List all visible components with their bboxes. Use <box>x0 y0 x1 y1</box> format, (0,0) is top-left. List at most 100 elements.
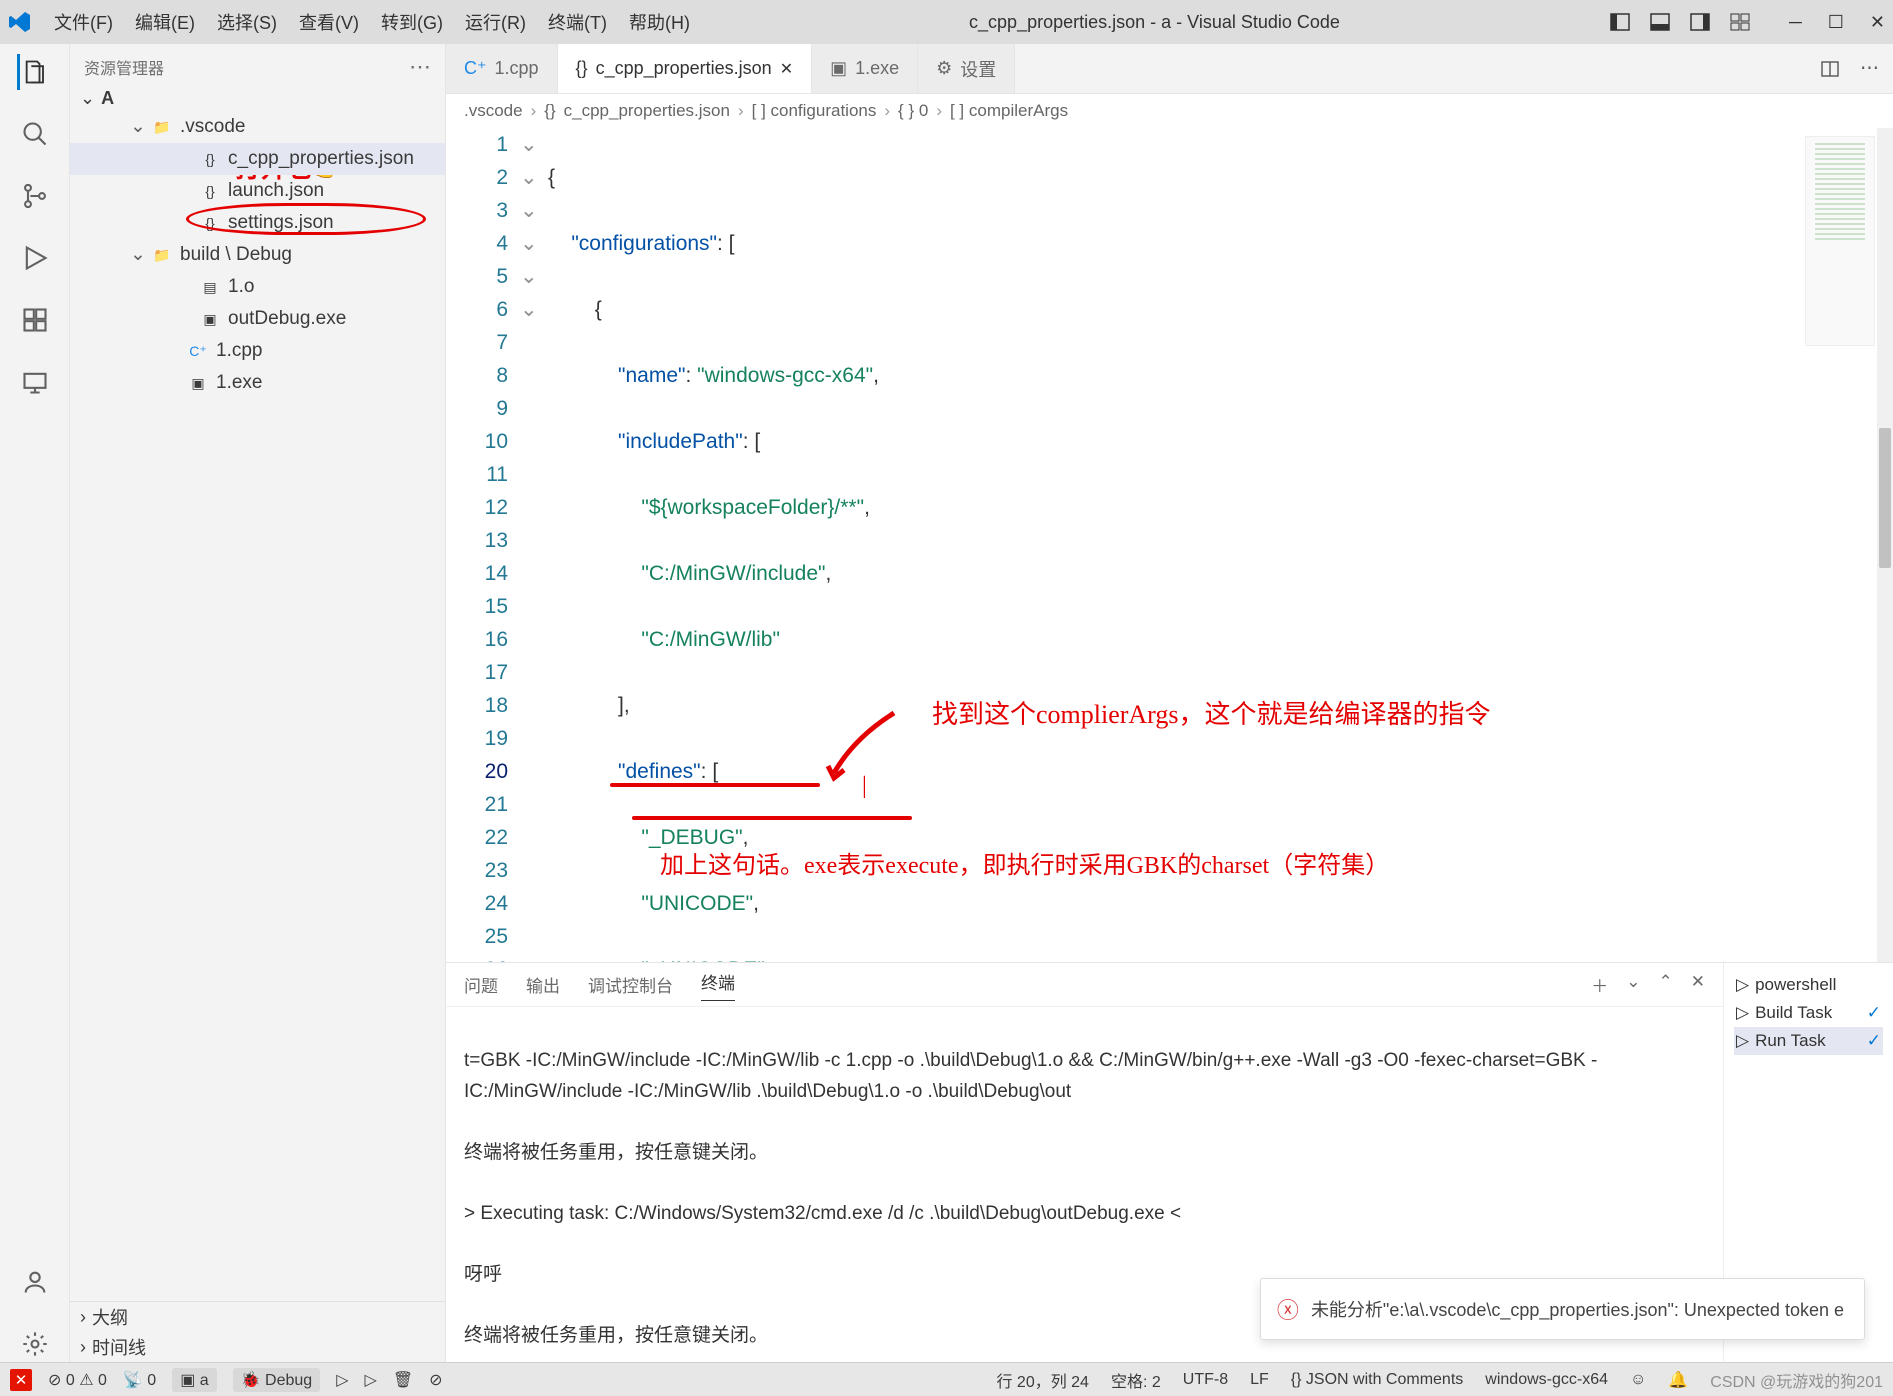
terminal-item-run[interactable]: ▷Run Task✓ <box>1734 1027 1883 1055</box>
encoding-status[interactable]: UTF-8 <box>1183 1371 1228 1389</box>
status-trash-icon[interactable]: 🗑 <box>393 1370 413 1390</box>
code-editor[interactable]: 1234567891011121314151617181920212223242… <box>446 128 1893 962</box>
layout-right-icon[interactable] <box>1689 11 1711 33</box>
crumb[interactable]: [ ] compilerArgs <box>950 101 1068 121</box>
bell-icon[interactable]: 🔔 <box>1668 1370 1688 1390</box>
maximize-panel-icon[interactable]: ⌃ <box>1659 972 1673 997</box>
close-panel-icon[interactable]: ✕ <box>1691 972 1705 997</box>
breadcrumbs[interactable]: .vscode› {}c_cpp_properties.json› [ ] co… <box>446 94 1893 128</box>
tab-cprops[interactable]: {}c_cpp_properties.json✕ <box>558 44 813 93</box>
outline-section[interactable]: › 大纲 <box>70 1302 445 1332</box>
split-editor-icon[interactable] <box>1820 59 1840 79</box>
layout-left-icon[interactable] <box>1609 11 1631 33</box>
explorer-icon[interactable] <box>17 54 53 90</box>
crumb[interactable]: c_cpp_properties.json <box>564 101 730 121</box>
terminal-item-powershell[interactable]: ▷powershell <box>1734 971 1883 999</box>
crumb[interactable]: { } 0 <box>898 101 928 121</box>
timeline-section[interactable]: › 时间线 <box>70 1332 445 1362</box>
tab-1cpp[interactable]: C⁺1.cpp <box>446 44 558 93</box>
explorer-sidebar: 资源管理器 ⋯ ⌄ A 打开它👉 ⌄📁.vscode {}c_cpp_prope… <box>70 44 446 1362</box>
new-terminal-icon[interactable]: ＋ <box>1591 972 1608 997</box>
file-settings[interactable]: {}settings.json <box>70 207 445 239</box>
close-icon[interactable]: ✕ <box>1870 12 1885 33</box>
activity-bar <box>0 44 70 1362</box>
panel-tab-output[interactable]: 输出 <box>526 972 560 997</box>
source-control-icon[interactable] <box>17 178 53 214</box>
maximize-icon[interactable]: ☐ <box>1828 12 1844 33</box>
error-count[interactable]: ⊘ 0 ⚠ 0 <box>48 1370 107 1390</box>
customize-layout-icon[interactable] <box>1729 11 1751 33</box>
crumb[interactable]: .vscode <box>464 101 523 121</box>
scrollbar-thumb[interactable] <box>1879 428 1891 568</box>
indent-status[interactable]: 空格: 2 <box>1111 1368 1161 1392</box>
minimap[interactable] <box>1805 136 1875 346</box>
folder-build[interactable]: ⌄📁build \ Debug <box>70 239 445 271</box>
file-label: settings.json <box>228 207 334 239</box>
menu-goto[interactable]: 转到(G) <box>371 5 453 39</box>
panel-tab-problems[interactable]: 问题 <box>464 972 498 997</box>
menu-edit[interactable]: 编辑(E) <box>125 5 205 39</box>
close-tab-icon[interactable]: ✕ <box>780 59 793 79</box>
vertical-scrollbar[interactable] <box>1877 128 1893 962</box>
title-bar: 文件(F) 编辑(E) 选择(S) 查看(V) 转到(G) 运行(R) 终端(T… <box>0 0 1893 44</box>
more-actions-icon[interactable]: ⋯ <box>409 54 431 80</box>
terminal-dropdown-icon[interactable]: ⌄ <box>1626 972 1640 997</box>
status-build-icon[interactable]: ▷ <box>336 1370 348 1390</box>
file-cprops[interactable]: {}c_cpp_properties.json <box>70 143 445 175</box>
more-tab-actions-icon[interactable]: ⋯ <box>1860 57 1879 80</box>
status-stop-icon[interactable]: ⊘ <box>429 1370 442 1390</box>
menu-file[interactable]: 文件(F) <box>44 5 123 39</box>
cursor-position[interactable]: 行 20，列 24 <box>996 1368 1089 1392</box>
vscode-logo-icon <box>8 10 32 34</box>
menu-help[interactable]: 帮助(H) <box>619 5 700 39</box>
port-icon[interactable]: 📡 0 <box>123 1370 156 1390</box>
file-1cpp[interactable]: C⁺ 1.cpp <box>70 335 445 367</box>
error-toast[interactable]: ⓧ 未能分析"e:\a\.vscode\c_cpp_properties.jso… <box>1260 1278 1865 1340</box>
extensions-icon[interactable] <box>17 302 53 338</box>
language-status[interactable]: {} JSON with Comments <box>1291 1371 1464 1389</box>
chevron-right-icon: › <box>80 1307 86 1328</box>
workspace-section[interactable]: ⌄ A <box>70 86 445 111</box>
kit-status[interactable]: windows-gcc-x64 <box>1485 1371 1608 1389</box>
account-icon[interactable] <box>17 1264 53 1300</box>
tab-label: 1.exe <box>855 58 899 79</box>
file-1o[interactable]: ▤1.o <box>70 271 445 303</box>
outline-label: 大纲 <box>92 1304 128 1330</box>
search-icon[interactable] <box>17 116 53 152</box>
json-icon: {} <box>200 181 220 201</box>
menu-select[interactable]: 选择(S) <box>207 5 287 39</box>
file-tree: ⌄📁.vscode {}c_cpp_properties.json {}laun… <box>70 111 445 399</box>
file-outdebug[interactable]: ▣outDebug.exe <box>70 303 445 335</box>
layout-bottom-icon[interactable] <box>1649 11 1671 33</box>
line-gutter: 1234567891011121314151617181920212223242… <box>446 128 520 962</box>
eol-status[interactable]: LF <box>1250 1371 1269 1389</box>
settings-gear-icon[interactable] <box>17 1326 53 1362</box>
run-debug-icon[interactable] <box>17 240 53 276</box>
status-debug[interactable]: 🐞 Debug <box>233 1368 321 1392</box>
folder-vscode[interactable]: ⌄📁.vscode <box>70 111 445 143</box>
remote-icon[interactable] <box>17 364 53 400</box>
fold-column[interactable]: ⌄⌄⌄⌄⌄⌄ <box>520 128 542 962</box>
cpp-icon: C⁺ <box>188 341 208 361</box>
code-content[interactable]: { "configurations": [ { "name": "windows… <box>542 128 1893 962</box>
file-label: 1.cpp <box>216 335 262 367</box>
tab-settings[interactable]: ⚙设置 <box>918 44 1015 93</box>
panel-tab-debug[interactable]: 调试控制台 <box>588 972 673 997</box>
terminal-item-build[interactable]: ▷Build Task✓ <box>1734 999 1883 1027</box>
panel-tab-terminal[interactable]: 终端 <box>701 969 735 1001</box>
tab-1exe[interactable]: ▣1.exe <box>812 44 918 93</box>
file-1exe[interactable]: ▣1.exe <box>70 367 445 399</box>
file-label: c_cpp_properties.json <box>228 143 414 175</box>
menu-run[interactable]: 运行(R) <box>455 5 536 39</box>
menu-terminal[interactable]: 终端(T) <box>538 5 617 39</box>
remote-indicator[interactable]: ✕ <box>10 1369 32 1391</box>
editor-tabs: C⁺1.cpp {}c_cpp_properties.json✕ ▣1.exe … <box>446 44 1893 94</box>
chevron-right-icon: › <box>80 1337 86 1358</box>
toast-message: 未能分析"e:\a\.vscode\c_cpp_properties.json"… <box>1311 1296 1844 1322</box>
status-a[interactable]: ▣ a <box>172 1368 216 1392</box>
crumb[interactable]: [ ] configurations <box>752 101 877 121</box>
feedback-icon[interactable]: ☺ <box>1630 1371 1646 1389</box>
status-play-icon[interactable]: ▷ <box>365 1370 377 1390</box>
minimize-icon[interactable]: ─ <box>1789 12 1802 33</box>
menu-view[interactable]: 查看(V) <box>289 5 369 39</box>
